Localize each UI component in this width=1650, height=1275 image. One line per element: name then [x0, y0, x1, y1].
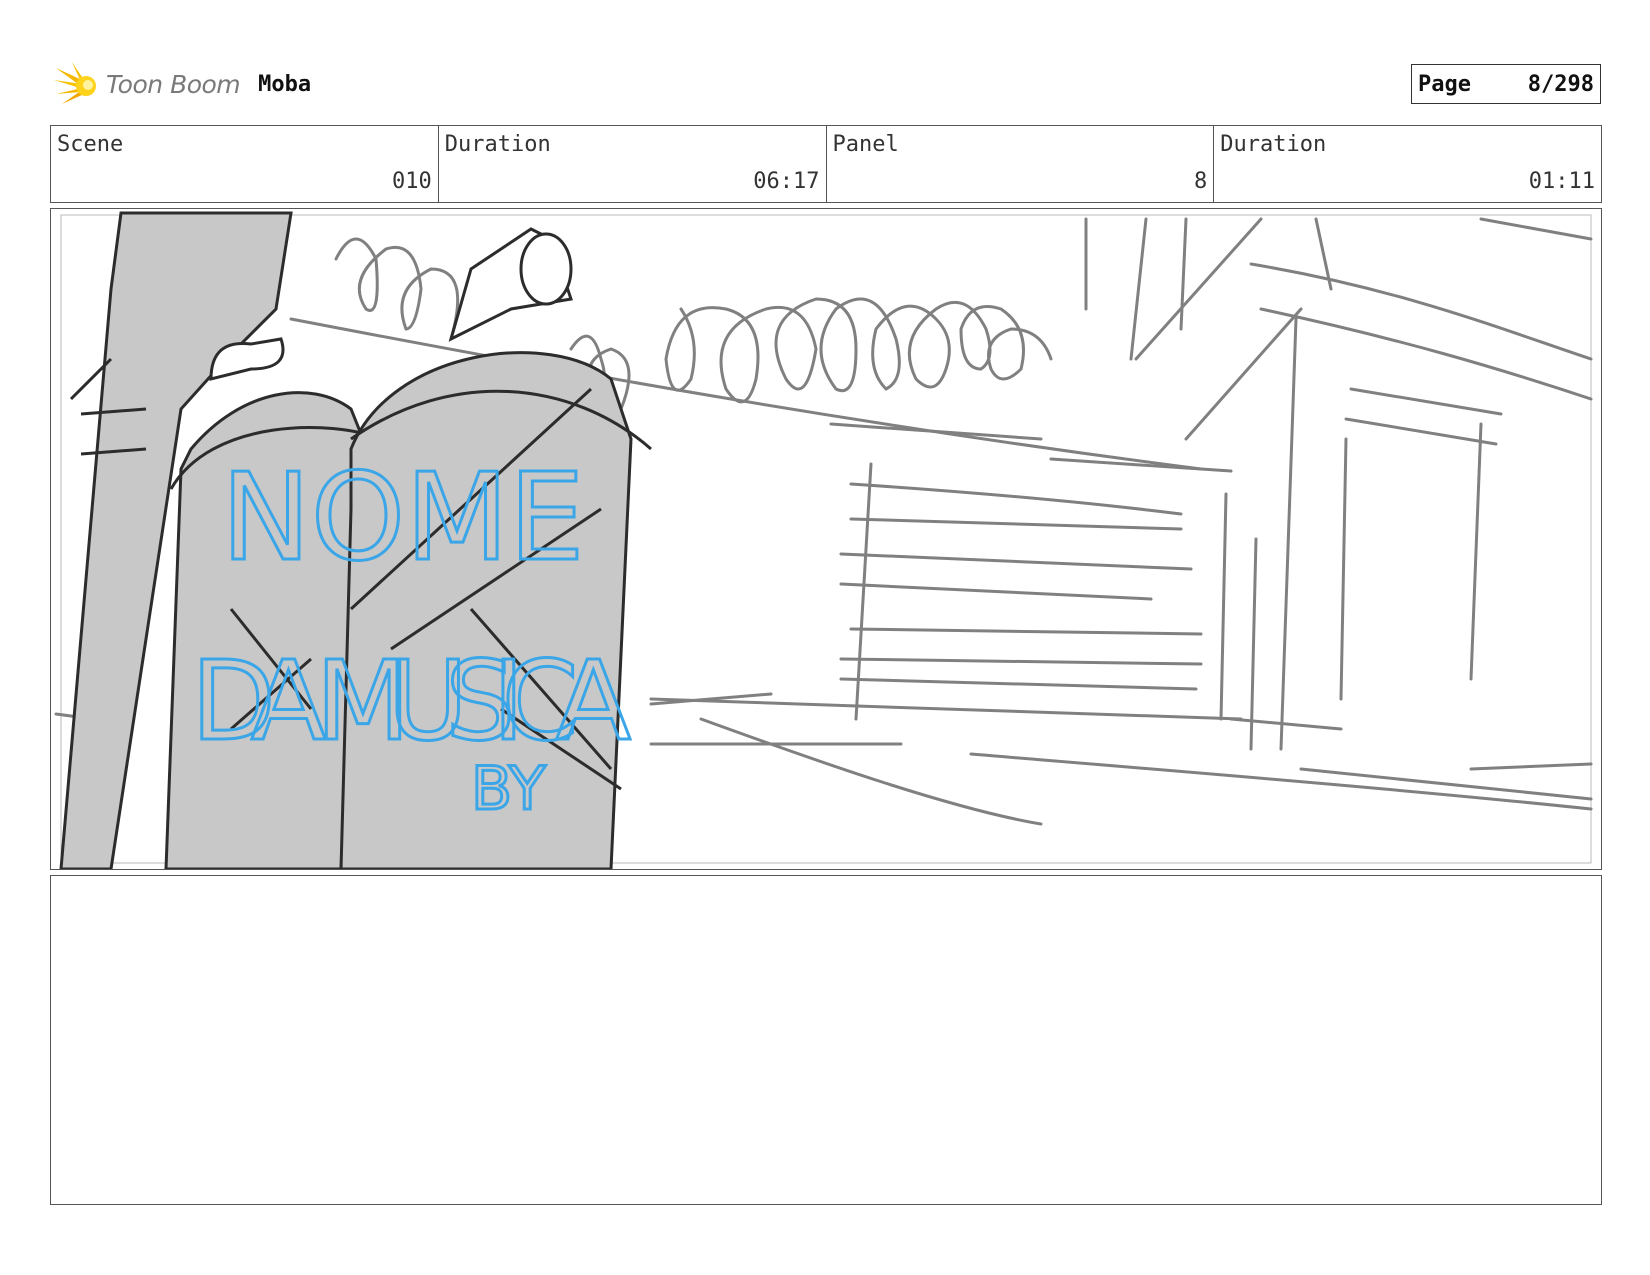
graffiti-line-1: NOME	[221, 449, 585, 588]
toon-boom-logo: Toon Boom Moba	[52, 58, 311, 110]
page-indicator: Page 8/298	[1411, 64, 1601, 104]
panel-label: Panel	[832, 132, 899, 157]
panel-duration-cell: Duration 01:11	[1213, 126, 1601, 202]
scene-label: Scene	[57, 132, 124, 157]
scene-cell: Scene 010	[51, 126, 438, 202]
panel-notes	[50, 875, 1602, 1205]
scene-duration-label: Duration	[444, 132, 551, 157]
project-title: Moba	[258, 71, 312, 97]
storyboard-panel: NOME DA MUSICA BY	[50, 208, 1602, 870]
panel-value: 8	[1194, 169, 1208, 194]
page-number: 8/298	[1527, 71, 1594, 97]
panel-cell: Panel 8	[825, 126, 1214, 202]
scene-duration-cell: Duration 06:17	[437, 126, 826, 202]
panel-duration-value: 01:11	[1528, 169, 1595, 194]
scene-value: 010	[392, 169, 432, 194]
logo-wordmark: Toon Boom	[106, 69, 241, 99]
starburst-icon	[54, 62, 96, 104]
graffiti-line-2: DA MUSICA	[191, 637, 631, 765]
scene-info-table: Scene 010 Duration 06:17 Panel 8 Duratio…	[50, 125, 1602, 203]
scene-duration-value: 06:17	[753, 169, 820, 194]
panel-duration-label: Duration	[1220, 132, 1327, 157]
graffiti-line-3: BY	[471, 754, 546, 824]
sketch-drawing: NOME DA MUSICA BY	[54, 211, 1593, 869]
page-label: Page	[1418, 71, 1471, 97]
